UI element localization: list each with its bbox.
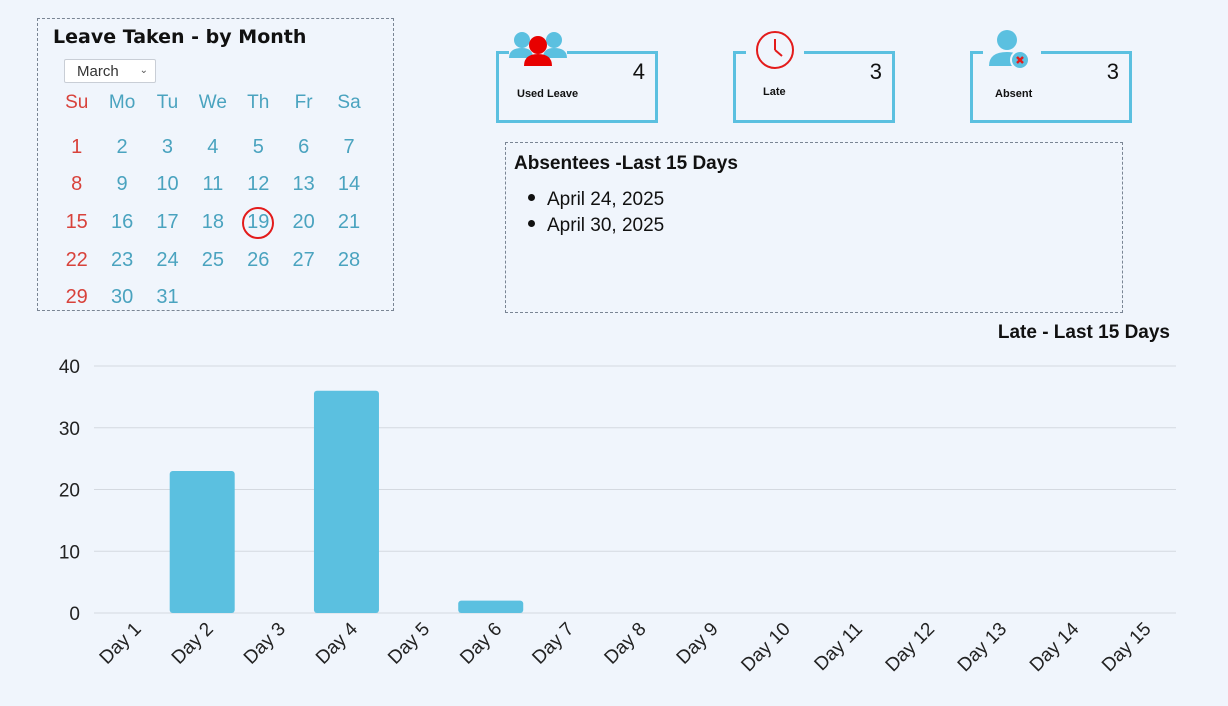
y-tick-label: 30 [59, 419, 80, 440]
calendar-day[interactable]: 2 [99, 129, 144, 167]
y-tick-label: 40 [59, 357, 80, 378]
calendar-day[interactable]: 5 [236, 129, 281, 167]
calendar-day[interactable]: 1 [54, 129, 99, 167]
calendar-day[interactable]: 8 [54, 166, 99, 204]
calendar-day[interactable]: 20 [281, 204, 326, 242]
x-tick-label: Day 8 [601, 619, 651, 669]
calendar-day[interactable]: 28 [326, 241, 371, 279]
calendar-day[interactable]: 21 [326, 204, 371, 242]
calendar-day[interactable]: 15 [54, 204, 99, 242]
absentees-panel: Absentees -Last 15 Days April 24, 2025 A… [505, 142, 1123, 313]
calendar-day[interactable]: 12 [236, 166, 281, 204]
calendar-grid: Su Mo Tu We Th Fr Sa 1 2 3 4 5 6 7 8 9 10 11 12 13 14 15 16 17 1… [54, 91, 372, 317]
used-leave-label: Used Leave [517, 88, 579, 100]
calendar-day[interactable]: 10 [145, 166, 190, 204]
x-tick-label: Day 6 [456, 619, 506, 669]
calendar-day[interactable]: 17 [145, 204, 190, 242]
weekday-header: Sa [337, 92, 361, 113]
list-item: April 24, 2025 [528, 187, 664, 213]
calendar-day[interactable]: 31 [145, 279, 190, 317]
calendar-day[interactable]: 14 [326, 166, 371, 204]
calendar-day[interactable]: 26 [236, 241, 281, 279]
x-tick-label: Day 10 [737, 619, 794, 676]
month-select-value: March [77, 63, 119, 80]
x-tick-label: Day 14 [1026, 618, 1084, 676]
weekday-header: Tu [156, 92, 179, 113]
calendar-day[interactable]: 25 [190, 241, 235, 279]
absent-label: Absent [995, 88, 1033, 100]
x-tick-label: Day 4 [312, 618, 362, 668]
calendar-day-selected[interactable]: 19 [236, 204, 281, 242]
calendar-day[interactable]: 11 [190, 166, 235, 204]
absent-value: 3 [1106, 59, 1119, 84]
x-tick-label: Day 7 [528, 619, 578, 669]
clock-icon [746, 28, 804, 72]
chevron-down-icon: ⌄ [139, 65, 148, 76]
late-value: 3 [869, 59, 882, 84]
calendar-day[interactable]: 3 [145, 129, 190, 167]
absentees-list: April 24, 2025 April 30, 2025 [528, 187, 664, 239]
calendar-day[interactable]: 7 [326, 129, 371, 167]
x-tick-label: Day 9 [673, 619, 723, 669]
absent-card: 3 Absent [970, 28, 1132, 123]
x-tick-label: Day 12 [882, 619, 939, 676]
weekday-header: We [198, 92, 227, 113]
list-item: April 30, 2025 [528, 213, 664, 239]
late-bar-chart: 0 10 20 30 40 Day 1 Day 2 Day 3 Day 4 Day 5 Day 6 D… [59, 357, 1176, 676]
calendar-title: Leave Taken - by Month [53, 26, 307, 48]
late-card: 3 Late [733, 28, 895, 123]
x-tick-label: Day 5 [384, 619, 434, 669]
used-leave-card: 4 Used Leave [496, 28, 658, 123]
bar[interactable] [313, 390, 379, 613]
x-tick-label: Day 3 [240, 619, 290, 669]
y-tick-label: 0 [69, 604, 80, 625]
x-tick-label: Day 2 [168, 619, 218, 669]
y-tick-label: 20 [59, 481, 80, 502]
late-label: Late [763, 86, 786, 98]
bar[interactable] [169, 470, 235, 613]
calendar-day[interactable]: 13 [281, 166, 326, 204]
calendar-day[interactable]: 16 [99, 204, 144, 242]
absentees-title: Absentees -Last 15 Days [514, 153, 738, 174]
user-x-icon [983, 28, 1041, 72]
used-leave-value: 4 [632, 59, 645, 84]
calendar-day[interactable]: 18 [190, 204, 235, 242]
users-icon [509, 28, 567, 72]
calendar-day[interactable]: 22 [54, 241, 99, 279]
weekday-header: Mo [108, 92, 136, 113]
calendar-day[interactable]: 27 [281, 241, 326, 279]
x-tick-label: Day 1 [96, 619, 146, 669]
calendar-day[interactable]: 9 [99, 166, 144, 204]
x-tick-label: Day 11 [811, 619, 867, 675]
calendar-day[interactable]: 30 [99, 279, 144, 317]
month-select[interactable]: March ⌄ [64, 59, 156, 83]
leave-calendar-panel: Leave Taken - by Month March ⌄ Su Mo Tu We T… [37, 18, 394, 311]
x-tick-label: Day 15 [1098, 619, 1155, 676]
calendar-day[interactable]: 29 [54, 279, 99, 317]
y-tick-label: 10 [59, 542, 80, 563]
weekday-header: Fr [294, 92, 313, 113]
bar[interactable] [458, 600, 524, 613]
weekday-header: Su [65, 92, 89, 113]
calendar-day[interactable]: 23 [99, 241, 144, 279]
weekday-header: Th [247, 92, 270, 113]
x-tick-label: Day 13 [954, 619, 1011, 676]
calendar-day[interactable]: 6 [281, 129, 326, 167]
calendar-day[interactable]: 24 [145, 241, 190, 279]
calendar-day[interactable]: 4 [190, 129, 235, 167]
